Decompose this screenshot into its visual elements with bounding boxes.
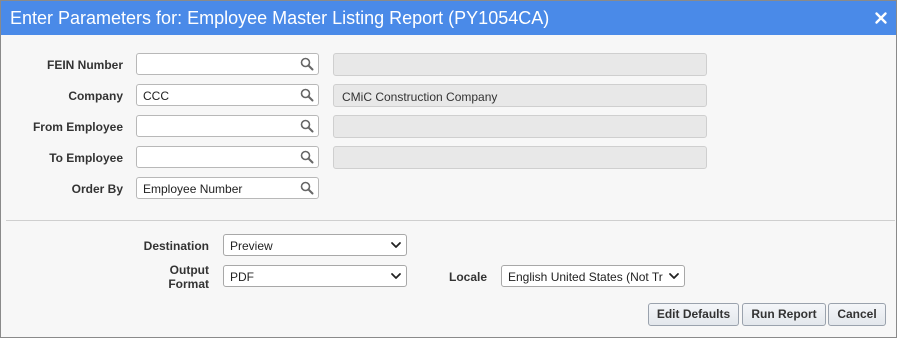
from-employee-label: From Employee (32, 120, 123, 134)
chevron-down-icon (389, 238, 403, 252)
locale-label: Locale (448, 270, 487, 284)
close-icon[interactable] (872, 9, 890, 27)
run-report-button[interactable]: Run Report (742, 303, 826, 326)
search-icon[interactable] (300, 57, 314, 71)
from-employee-description (333, 115, 707, 138)
dialog-titlebar: Enter Parameters for: Employee Master Li… (1, 1, 896, 35)
chevron-down-icon (389, 269, 403, 283)
company-description: CMiC Construction Company (333, 84, 707, 107)
cancel-button[interactable]: Cancel (828, 303, 886, 326)
dialog-title: Enter Parameters for: Employee Master Li… (10, 8, 550, 28)
section-divider (6, 220, 895, 221)
output-format-label-line1: Output (169, 263, 209, 277)
fein-number-input[interactable] (136, 53, 319, 75)
output-format-value: PDF (230, 270, 254, 284)
order-by-value: Employee Number (143, 182, 243, 196)
from-employee-input[interactable] (136, 115, 319, 137)
fein-number-description (333, 53, 707, 76)
order-by-input[interactable]: Employee Number (136, 177, 319, 199)
search-icon[interactable] (300, 181, 314, 195)
fein-number-label: FEIN Number (46, 58, 123, 72)
chevron-down-icon (667, 269, 681, 283)
to-employee-label: To Employee (49, 151, 123, 165)
locale-value: English United States (Not Tr (508, 270, 663, 284)
company-value: CCC (143, 89, 169, 103)
to-employee-description (333, 146, 707, 169)
company-input[interactable]: CCC (136, 84, 319, 106)
locale-select[interactable]: English United States (Not Tr (501, 265, 685, 287)
search-icon[interactable] (300, 119, 314, 133)
company-label: Company (68, 89, 123, 103)
output-format-select[interactable]: PDF (223, 265, 407, 287)
edit-defaults-button[interactable]: Edit Defaults (648, 303, 739, 326)
company-description-text: CMiC Construction Company (342, 90, 498, 104)
to-employee-input[interactable] (136, 146, 319, 168)
destination-label: Destination (143, 239, 209, 253)
destination-select[interactable]: Preview (223, 234, 407, 256)
search-icon[interactable] (300, 150, 314, 164)
order-by-label: Order By (71, 182, 123, 196)
search-icon[interactable] (300, 88, 314, 102)
destination-value: Preview (230, 239, 273, 253)
parameters-dialog: Enter Parameters for: Employee Master Li… (0, 0, 897, 338)
output-format-label: Output Format (111, 263, 209, 291)
output-format-label-line2: Format (168, 277, 209, 291)
